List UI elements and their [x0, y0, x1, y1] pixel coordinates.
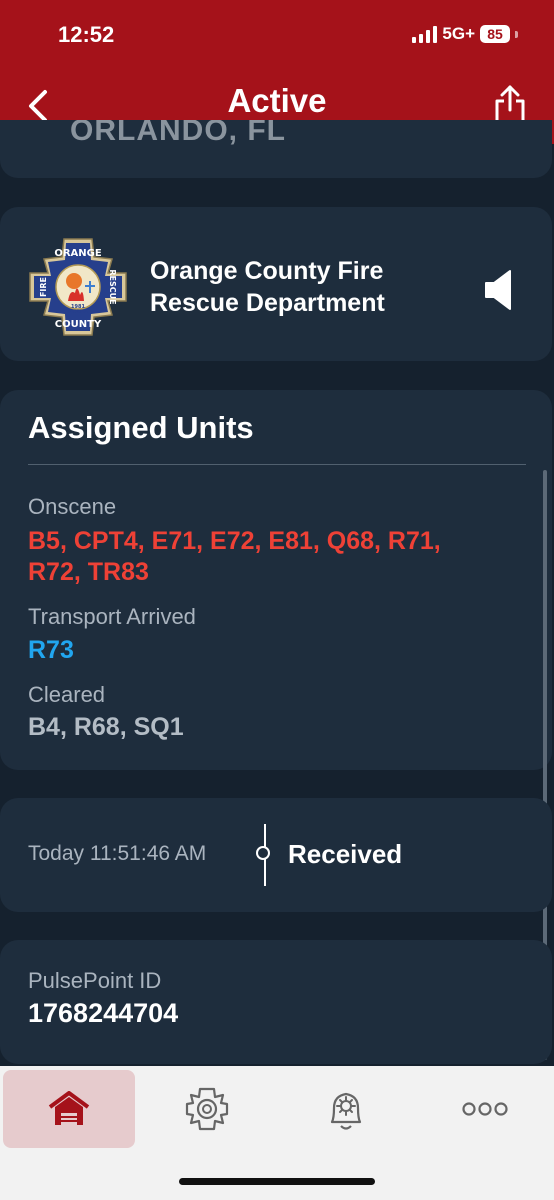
battery-tip [515, 30, 518, 38]
agency-logo: ORANGE COUNTY FIRE RESCUE 1981 FLORIDA [29, 238, 127, 336]
logo-top-text: ORANGE [54, 248, 102, 259]
tab-agencies[interactable] [141, 1070, 273, 1148]
location-card: ORLANDO, FL [0, 120, 552, 178]
cleared-label: Cleared [28, 682, 106, 707]
home-indicator[interactable] [179, 1178, 375, 1185]
location-text: ORLANDO, FL [70, 120, 286, 147]
onscene-units-line2: R72, TR83 [28, 558, 149, 586]
section-title: Assigned Units [28, 410, 254, 445]
battery-icon: 85 [480, 25, 510, 43]
logo-state: FLORIDA [68, 309, 88, 314]
page-title: Active [227, 82, 327, 119]
signal-icon [412, 25, 438, 43]
tab-home[interactable] [3, 1070, 135, 1148]
status-indicators: 5G+ 85 [412, 24, 518, 44]
logo-left-text: FIRE [39, 277, 48, 297]
home-icon [48, 1091, 90, 1125]
timeline-card: Today 11:51:46 AM Received [0, 798, 552, 912]
logo-right-text: RESCUE [108, 269, 117, 304]
onscene-units: B5, CPT4, E71, E72, E81, Q68, R71, R72, … [28, 526, 528, 588]
transport-units: R73 [28, 636, 74, 664]
status-time: 12:52 [58, 22, 115, 47]
timeline-status: Received [288, 839, 403, 869]
pulsepoint-id-label: PulsePoint ID [28, 968, 162, 993]
tab-more[interactable] [419, 1070, 551, 1148]
agency-card: ORANGE COUNTY FIRE RESCUE 1981 FLORIDA O… [0, 207, 552, 361]
speaker-button[interactable] [480, 267, 516, 313]
pulsepoint-id-card: PulsePoint ID 1768244704 [0, 940, 552, 1064]
more-icon [462, 1102, 508, 1116]
fire-badge-icon [185, 1087, 229, 1131]
timeline-dot [256, 846, 270, 860]
network-type: 5G+ [442, 24, 475, 43]
assigned-units-card: Assigned Units Onscene B5, CPT4, E71, E7… [0, 390, 552, 770]
pulsepoint-id-value: 1768244704 [28, 998, 179, 1028]
tab-alerts[interactable] [280, 1070, 412, 1148]
onscene-label: Onscene [28, 494, 117, 519]
onscene-units-line1: B5, CPT4, E71, E72, E81, Q68, R71, [28, 527, 441, 555]
bell-gear-icon [330, 1092, 362, 1130]
speaker-icon [485, 270, 511, 310]
transport-label: Transport Arrived [28, 604, 196, 629]
agency-name-line1: Orange County Fire [150, 257, 384, 285]
cleared-units: B4, R68, SQ1 [28, 713, 184, 741]
agency-name-line2: Rescue Department [150, 289, 385, 317]
timeline-time: Today 11:51:46 AM [28, 842, 207, 865]
divider [28, 464, 526, 465]
logo-bottom-text: COUNTY [55, 319, 102, 330]
agency-name: Orange County Fire Rescue Department [150, 255, 450, 319]
